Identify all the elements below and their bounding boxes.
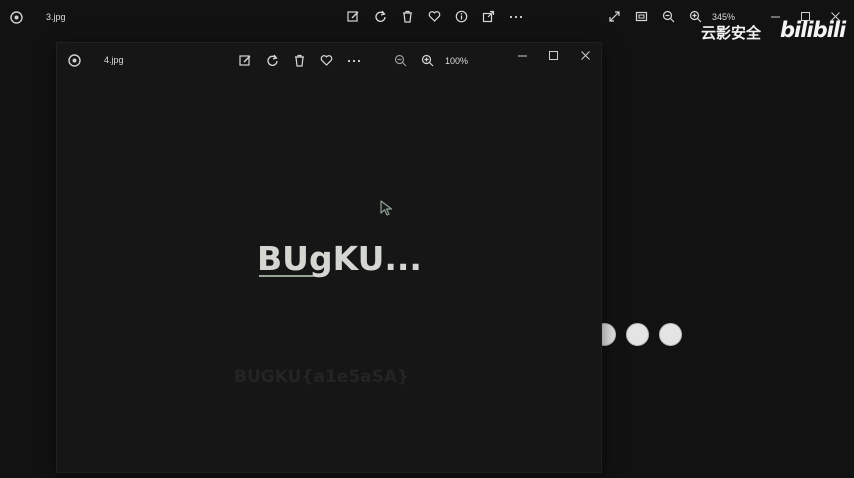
close-icon[interactable] (576, 46, 594, 64)
delete-icon[interactable] (290, 51, 308, 69)
watermark-channel: 云影安全 (701, 24, 762, 42)
watermark-bilibili-logo: bilibili (780, 18, 846, 42)
front-window-filename: 4.jpg (104, 55, 124, 65)
delete-icon[interactable] (398, 7, 416, 25)
front-window[interactable]: 4.jpg 100% BUgKU... BUGKU{a1e5aSA} (57, 43, 601, 472)
more-icon[interactable] (507, 7, 525, 25)
zoom-out-icon[interactable] (391, 51, 409, 69)
back-window-zoom-level: 345% (712, 12, 736, 22)
fit-icon[interactable] (632, 7, 650, 25)
image-logo-text: BUgKU... (257, 239, 422, 278)
front-window-toolbar: 4.jpg 100% (57, 43, 601, 77)
info-icon[interactable] (452, 7, 470, 25)
minimize-icon[interactable] (513, 46, 531, 64)
front-window-zoom-level: 100% (445, 56, 469, 66)
favorite-icon[interactable] (425, 7, 443, 25)
back-image-dot (659, 323, 682, 346)
cursor-icon (380, 200, 394, 221)
back-image-dot (626, 323, 649, 346)
back-window-filename: 3.jpg (46, 12, 66, 22)
screen: 3.jpg 345% 云影安全 bilibili 4.jpg 100% BUgK… (0, 0, 854, 478)
fullscreen-icon[interactable] (605, 7, 623, 25)
photos-app-icon[interactable] (7, 8, 25, 26)
edit-icon[interactable] (236, 51, 254, 69)
rotate-icon[interactable] (263, 51, 281, 69)
more-icon[interactable] (345, 51, 363, 69)
zoom-out-icon[interactable] (659, 7, 677, 25)
image-flag-text: BUGKU{a1e5aSA} (234, 367, 410, 387)
rotate-icon[interactable] (371, 7, 389, 25)
favorite-icon[interactable] (317, 51, 335, 69)
share-icon[interactable] (479, 7, 497, 25)
zoom-in-icon[interactable] (418, 51, 436, 69)
photos-app-icon[interactable] (65, 51, 83, 69)
edit-icon[interactable] (344, 7, 362, 25)
maximize-icon[interactable] (544, 46, 562, 64)
image-logo-underline (259, 275, 313, 277)
